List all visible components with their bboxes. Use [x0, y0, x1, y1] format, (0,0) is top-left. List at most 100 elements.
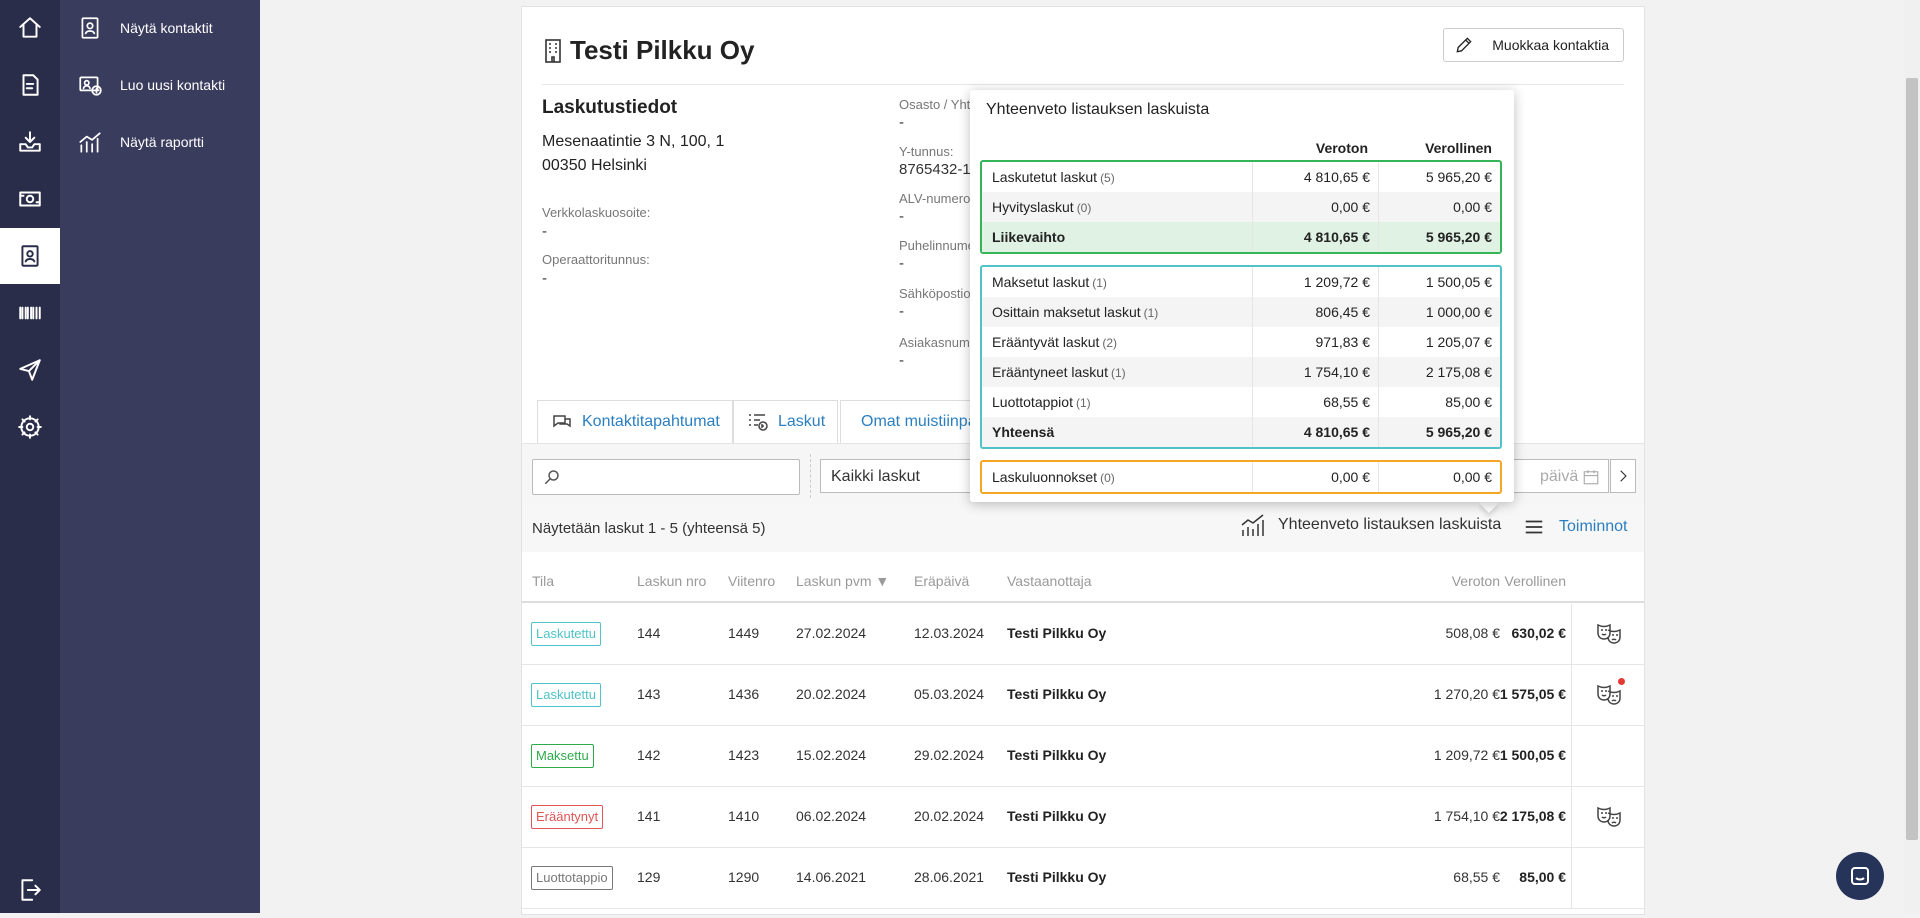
recipient: Testi Pilkku Oy — [1007, 747, 1107, 763]
summary-row: Maksetut laskut (1) 1 209,72 € 1 500,05 € — [982, 267, 1500, 297]
reference-number: 1410 — [728, 808, 760, 824]
summary-gross: 5 965,20 € — [1425, 229, 1492, 245]
table-row[interactable]: Luottotappio 129 1290 14.06.2021 28.06.2021 T… — [522, 848, 1644, 909]
address-line2: 00350 Helsinki — [542, 157, 647, 174]
summary-label: Laskuluonnokset — [992, 469, 1098, 485]
status-badge: Laskutettu — [531, 683, 601, 707]
actions-menu[interactable]: Toiminnot — [1523, 516, 1627, 538]
summary-count: (1) — [1110, 366, 1126, 380]
tab-contact-events[interactable]: Kontaktitapahtumat — [537, 400, 733, 443]
chat-button[interactable] — [1836, 852, 1884, 900]
status-badge: Erääntynyt — [531, 805, 604, 829]
tab-invoices[interactable]: Laskut — [733, 400, 839, 443]
money-icon — [19, 191, 41, 207]
subnav-show-report[interactable]: Näytä raportti — [60, 122, 260, 162]
search-input[interactable] — [569, 460, 793, 494]
report-chart-icon — [79, 132, 101, 153]
field-value: - — [899, 208, 904, 225]
summary-group: Maksetut laskut (1) 1 209,72 €1 500,05 € Os… — [980, 265, 1502, 449]
tab-label: Omat muistiinpanot — [861, 413, 983, 430]
subnav-show-contacts[interactable]: Näytä kontaktit — [60, 8, 260, 48]
tab-notes[interactable]: Omat muistiinpanot — [840, 400, 984, 443]
edit-contact-button[interactable]: Muokkaa kontaktia — [1443, 28, 1624, 62]
summary-net: 4 810,65 € — [1303, 424, 1370, 440]
summary-net: 806,45 € — [1315, 304, 1371, 320]
column-header[interactable]: Laskun pvm ▼ — [796, 573, 889, 589]
invoice-number: 141 — [637, 808, 661, 824]
field-label: Osasto / Yht — [899, 97, 971, 112]
date-field[interactable]: päivä — [1499, 459, 1609, 493]
column-header[interactable]: Eräpäivä — [914, 573, 969, 589]
chart-icon — [1241, 514, 1264, 536]
summary-gross: 1 205,07 € — [1425, 334, 1492, 350]
masks-icon[interactable] — [1596, 622, 1622, 646]
calendar-icon — [1583, 470, 1599, 485]
building-icon — [545, 38, 561, 63]
actions-label: Toiminnot — [1559, 518, 1628, 535]
subnav-label: Luo uusi kontakti — [120, 77, 226, 93]
table-row[interactable]: Maksettu 142 1423 15.02.2024 29.02.2024 Testi… — [522, 726, 1644, 787]
table-row[interactable]: Laskutettu 144 1449 27.02.2024 12.03.2024 Tes… — [522, 604, 1644, 665]
field-label: Y-tunnus: — [899, 144, 954, 159]
summary-net: 4 810,65 € — [1303, 169, 1370, 185]
row-action-cell — [1571, 665, 1644, 725]
invoice-number: 143 — [637, 686, 661, 702]
search-field[interactable] — [532, 459, 800, 495]
amount-gross: 85,00 € — [1519, 869, 1566, 885]
summary-count: (0) — [1100, 471, 1115, 485]
masks-icon[interactable] — [1596, 805, 1622, 829]
summary-label: Liikevaihto — [992, 229, 1066, 245]
contacts-subnav: Näytä kontaktit Luo uusi kontakti Näytä … — [60, 0, 260, 913]
nav-inbox[interactable] — [0, 114, 60, 170]
nav-contacts[interactable] — [0, 228, 60, 284]
column-header[interactable]: Verollinen — [1490, 573, 1567, 589]
contact-name: Testi Pilkku Oy — [570, 35, 755, 65]
column-header[interactable]: Laskun nro — [637, 573, 706, 589]
scrollbar[interactable] — [1904, 0, 1920, 913]
summary-net: 0,00 € — [1331, 469, 1370, 485]
summary-toggle[interactable]: Yhteenveto listauksen laskuista — [1240, 512, 1501, 538]
nav-send[interactable] — [0, 342, 60, 398]
nav-barcode[interactable] — [0, 285, 60, 341]
summary-count: (0) — [1076, 201, 1092, 215]
nav-home[interactable] — [0, 0, 60, 56]
summary-row: Yhteensä 4 810,65 € 5 965,20 € — [982, 417, 1500, 447]
status-badge: Luottotappio — [531, 866, 613, 890]
column-header: Veroton — [1315, 140, 1368, 156]
summary-label: Osittain maksetut laskut — [992, 304, 1141, 320]
page-title: Testi Pilkku Oy — [542, 35, 754, 66]
column-header[interactable]: Viitenro — [728, 573, 775, 589]
next-period-button[interactable] — [1610, 459, 1636, 493]
nav-settings[interactable] — [0, 399, 60, 455]
recipient: Testi Pilkku Oy — [1007, 625, 1107, 641]
column-header[interactable]: Veroton — [1420, 573, 1500, 589]
list-count: Näytetään laskut 1 - 5 (yhteensä 5) — [532, 520, 766, 537]
invoice-number: 129 — [637, 869, 661, 885]
list-toolbar: Näytetään laskut 1 - 5 (yhteensä 5) Yhte… — [522, 504, 1644, 552]
summary-label: Luottotappiot — [992, 394, 1073, 410]
nav-logout[interactable] — [0, 862, 60, 918]
nav-money[interactable] — [0, 171, 60, 227]
nav-invoices[interactable] — [0, 57, 60, 113]
summary-gross: 0,00 € — [1453, 469, 1492, 485]
field-value: - — [899, 303, 904, 320]
summary-count: (2) — [1102, 336, 1118, 350]
settings-icon — [18, 415, 42, 439]
add-contact-icon — [79, 76, 102, 96]
column-header[interactable]: Vastaanottaja — [1007, 573, 1092, 589]
edit-contact-label: Muokkaa kontaktia — [1492, 37, 1609, 53]
billing-heading: Laskutustiedot — [542, 97, 678, 118]
due-date: 20.02.2024 — [914, 808, 985, 824]
table-row[interactable]: Erääntynyt 141 1410 06.02.2024 20.02.2024 Tes… — [522, 787, 1644, 848]
masks-icon[interactable] — [1596, 683, 1622, 707]
summary-gross: 85,00 € — [1445, 394, 1492, 410]
subnav-new-contact[interactable]: Luo uusi kontakti — [60, 65, 260, 105]
summary-row: Laskutetut laskut (5) 4 810,65 € 5 965,20 € — [982, 162, 1500, 192]
column-header[interactable]: Tila — [532, 573, 554, 589]
home-icon — [19, 17, 41, 38]
scrollbar-thumb[interactable] — [1906, 78, 1918, 840]
invoice-date: 14.06.2021 — [796, 869, 867, 885]
table-row[interactable]: Laskutettu 143 1436 20.02.2024 05.03.2024 Tes… — [522, 665, 1644, 726]
field-value: 8765432-1 — [899, 161, 971, 178]
summary-count: (1) — [1092, 276, 1107, 290]
